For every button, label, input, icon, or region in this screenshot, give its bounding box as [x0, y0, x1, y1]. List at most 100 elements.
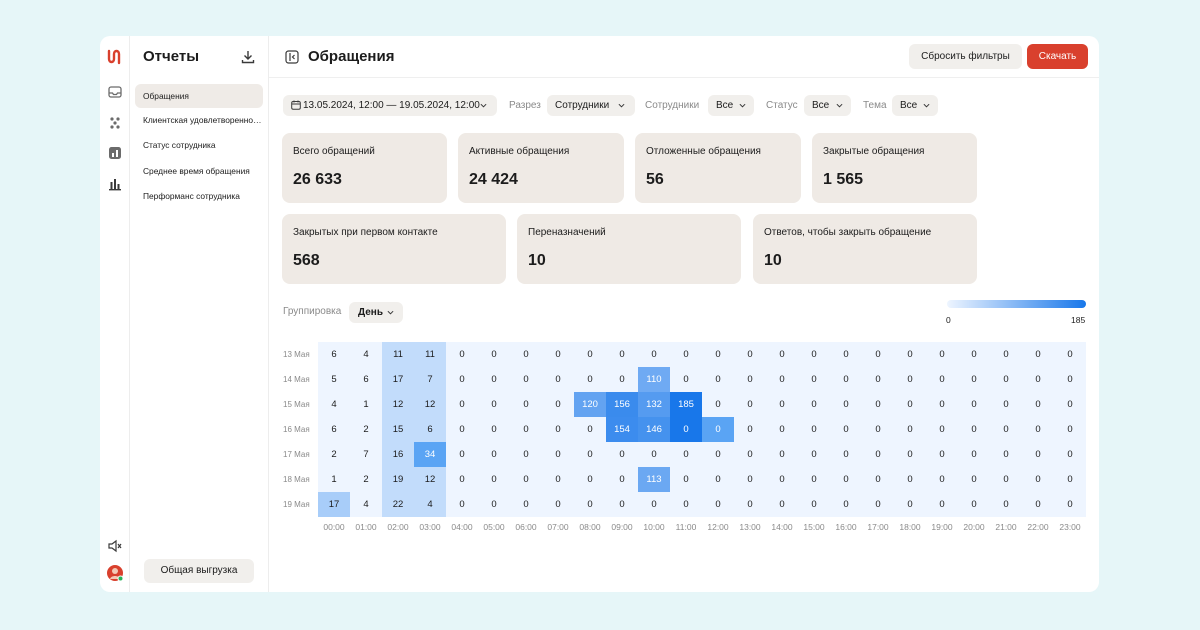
heatmap-cell[interactable]: 0 — [606, 467, 638, 492]
heatmap-cell[interactable]: 0 — [1022, 492, 1054, 517]
heatmap-cell[interactable]: 0 — [734, 467, 766, 492]
heatmap-cell[interactable]: 0 — [766, 342, 798, 367]
heatmap-cell[interactable]: 0 — [574, 342, 606, 367]
heatmap-cell[interactable]: 0 — [990, 467, 1022, 492]
heatmap-cell[interactable]: 0 — [510, 342, 542, 367]
heatmap-cell[interactable]: 0 — [1054, 442, 1086, 467]
heatmap-cell[interactable]: 0 — [542, 492, 574, 517]
sidebar-item-performance[interactable]: Перформанс сотрудника — [135, 184, 263, 208]
heatmap-cell[interactable]: 0 — [542, 467, 574, 492]
heatmap-cell[interactable]: 0 — [766, 367, 798, 392]
heatmap-cell[interactable]: 0 — [1022, 442, 1054, 467]
sidebar-item-avg-time[interactable]: Среднее время обращения — [135, 159, 263, 183]
heatmap-cell[interactable]: 0 — [702, 367, 734, 392]
heatmap-cell[interactable]: 0 — [894, 392, 926, 417]
heatmap-cell[interactable]: 2 — [350, 467, 382, 492]
heatmap-cell[interactable]: 0 — [990, 442, 1022, 467]
employees-select[interactable]: Все — [708, 95, 754, 116]
status-select[interactable]: Все — [804, 95, 851, 116]
heatmap-cell[interactable]: 0 — [862, 467, 894, 492]
export-all-button[interactable]: Общая выгрузка — [144, 559, 254, 583]
heatmap-cell[interactable]: 0 — [798, 467, 830, 492]
heatmap-cell[interactable]: 0 — [990, 492, 1022, 517]
heatmap-cell[interactable]: 0 — [702, 342, 734, 367]
heatmap-cell[interactable]: 0 — [926, 467, 958, 492]
heatmap-cell[interactable]: 0 — [734, 492, 766, 517]
heatmap-cell[interactable]: 0 — [894, 442, 926, 467]
heatmap-cell[interactable]: 7 — [414, 367, 446, 392]
heatmap-cell[interactable]: 1 — [318, 467, 350, 492]
heatmap-cell[interactable]: 154 — [606, 417, 638, 442]
heatmap-cell[interactable]: 0 — [542, 392, 574, 417]
heatmap-cell[interactable]: 0 — [1022, 467, 1054, 492]
heatmap-cell[interactable]: 0 — [862, 392, 894, 417]
heatmap-cell[interactable]: 2 — [318, 442, 350, 467]
reset-filters-button[interactable]: Сбросить фильтры — [909, 44, 1022, 69]
heatmap-cell[interactable]: 17 — [318, 492, 350, 517]
grouping-select[interactable]: День — [349, 302, 403, 323]
heatmap-cell[interactable]: 0 — [926, 492, 958, 517]
heatmap-cell[interactable]: 0 — [830, 367, 862, 392]
heatmap-cell[interactable]: 0 — [862, 442, 894, 467]
heatmap-cell[interactable]: 0 — [510, 467, 542, 492]
heatmap-cell[interactable]: 0 — [798, 367, 830, 392]
sidebar-item-employee-status[interactable]: Статус сотрудника — [135, 133, 263, 157]
date-range-picker[interactable]: 13.05.2024, 12:00 — 19.05.2024, 12:00 — [283, 95, 497, 116]
heatmap-cell[interactable]: 0 — [638, 442, 670, 467]
avatar[interactable] — [106, 564, 124, 582]
heatmap-cell[interactable]: 0 — [734, 417, 766, 442]
heatmap-cell[interactable]: 0 — [670, 442, 702, 467]
heatmap-cell[interactable]: 0 — [478, 442, 510, 467]
heatmap-cell[interactable]: 0 — [446, 417, 478, 442]
heatmap-cell[interactable]: 0 — [798, 442, 830, 467]
heatmap-cell[interactable]: 0 — [574, 417, 606, 442]
heatmap-cell[interactable]: 0 — [1022, 392, 1054, 417]
heatmap-cell[interactable]: 0 — [510, 492, 542, 517]
inbox-icon[interactable] — [107, 84, 123, 100]
heatmap-cell[interactable]: 0 — [702, 492, 734, 517]
heatmap-cell[interactable]: 0 — [894, 367, 926, 392]
heatmap-cell[interactable]: 0 — [862, 492, 894, 517]
heatmap-cell[interactable]: 4 — [350, 492, 382, 517]
apps-icon[interactable] — [107, 115, 123, 131]
heatmap-cell[interactable]: 0 — [606, 367, 638, 392]
heatmap-cell[interactable]: 0 — [830, 342, 862, 367]
heatmap-cell[interactable]: 0 — [670, 342, 702, 367]
download-icon[interactable] — [240, 49, 256, 65]
heatmap-cell[interactable]: 0 — [542, 442, 574, 467]
heatmap-cell[interactable]: 0 — [478, 467, 510, 492]
heatmap-cell[interactable]: 113 — [638, 467, 670, 492]
heatmap-cell[interactable]: 0 — [830, 492, 862, 517]
heatmap-cell[interactable]: 11 — [382, 342, 414, 367]
heatmap-cell[interactable]: 0 — [830, 467, 862, 492]
heatmap-cell[interactable]: 0 — [638, 342, 670, 367]
heatmap-cell[interactable]: 4 — [414, 492, 446, 517]
heatmap-cell[interactable]: 1 — [350, 392, 382, 417]
heatmap-cell[interactable]: 0 — [702, 442, 734, 467]
sidebar-item-requests[interactable]: Обращения — [135, 84, 263, 108]
mute-icon[interactable] — [107, 538, 123, 554]
heatmap-cell[interactable]: 7 — [350, 442, 382, 467]
heatmap-cell[interactable]: 0 — [894, 342, 926, 367]
heatmap-cell[interactable]: 0 — [446, 342, 478, 367]
heatmap-cell[interactable]: 4 — [350, 342, 382, 367]
widget-icon[interactable] — [107, 145, 123, 161]
heatmap-cell[interactable]: 0 — [766, 417, 798, 442]
heatmap-cell[interactable]: 0 — [606, 442, 638, 467]
heatmap-cell[interactable]: 0 — [990, 342, 1022, 367]
heatmap-cell[interactable]: 0 — [446, 442, 478, 467]
heatmap-cell[interactable]: 156 — [606, 392, 638, 417]
heatmap-cell[interactable]: 0 — [862, 367, 894, 392]
heatmap-cell[interactable]: 0 — [958, 417, 990, 442]
collapse-sidebar-icon[interactable] — [285, 50, 299, 64]
heatmap-cell[interactable]: 0 — [574, 442, 606, 467]
heatmap-cell[interactable]: 146 — [638, 417, 670, 442]
heatmap-cell[interactable]: 0 — [926, 417, 958, 442]
sidebar-item-satisfaction[interactable]: Клиентская удовлетворенность — [135, 108, 263, 132]
heatmap-cell[interactable]: 0 — [862, 417, 894, 442]
heatmap-cell[interactable]: 0 — [510, 442, 542, 467]
heatmap-cell[interactable]: 0 — [478, 417, 510, 442]
heatmap-cell[interactable]: 0 — [926, 442, 958, 467]
heatmap-cell[interactable]: 0 — [734, 442, 766, 467]
heatmap-cell[interactable]: 0 — [478, 492, 510, 517]
